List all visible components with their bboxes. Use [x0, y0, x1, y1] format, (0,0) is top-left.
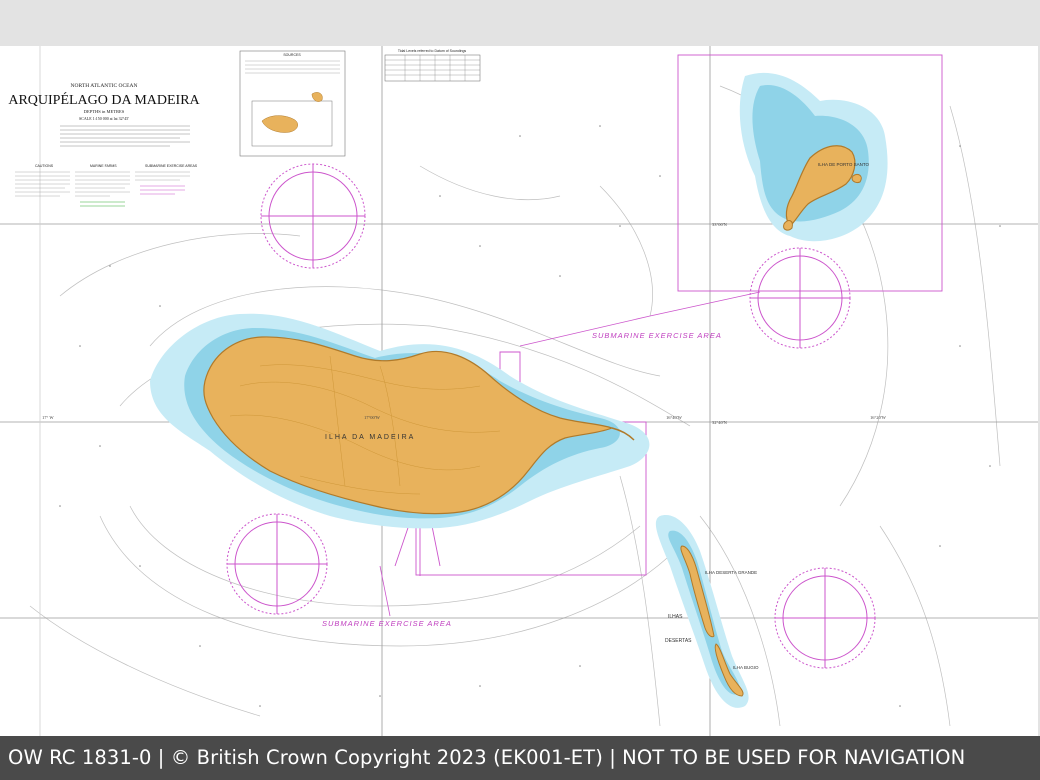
sources-heading: SOURCES: [283, 53, 301, 57]
tidal-heading: Tidal Levels referred to Datum of Soundi…: [398, 49, 467, 53]
title-name: ARQUIPÉLAGO DA MADEIRA: [8, 91, 200, 108]
title-scale: SCALE 1:150 000 at lat 32°45': [79, 116, 129, 121]
label-desertas: DESERTAS: [665, 638, 692, 644]
title-depths: DEPTHS in METRES: [84, 109, 125, 114]
nautical-chart[interactable]: ILHA DA MADEIRA ILHA DE PORTO SANTO ILHA…: [0, 46, 1040, 736]
svg-text:16°20'W: 16°20'W: [870, 415, 887, 420]
tidal-levels-table: Tidal Levels referred to Datum of Soundi…: [384, 49, 481, 82]
compass-rose-se: [774, 567, 876, 669]
compass-rose-nw: [260, 163, 366, 269]
title-block: NORTH ATLANTIC OCEAN ARQUIPÉLAGO DA MADE…: [8, 83, 201, 147]
label-submarine-area-south: SUBMARINE EXERCISE AREA: [322, 619, 452, 628]
svg-text:32°40'N: 32°40'N: [712, 420, 728, 425]
label-submarine-area-north: SUBMARINE EXERCISE AREA: [592, 331, 722, 340]
chart-canvas: ILHA DA MADEIRA ILHA DE PORTO SANTO ILHA…: [0, 46, 1040, 736]
compass-rose-ne: [749, 247, 851, 349]
notes-heading-submarine: SUBMARINE EXERCISE AREAS: [145, 164, 198, 168]
desertas-islands: ILHA DESERTA GRANDE ILHAS DESERTAS ILHA …: [655, 515, 759, 708]
title-ocean: NORTH ATLANTIC OCEAN: [71, 83, 138, 89]
svg-text:33°00'N: 33°00'N: [712, 222, 728, 227]
notes-heading-marine-farms: MARINE FARMS: [90, 164, 117, 168]
sources-diagram: SOURCES: [239, 50, 346, 157]
label-ilhas: ILHAS: [668, 614, 683, 620]
svg-text:17°00'W: 17°00'W: [364, 415, 381, 420]
copyright-footer: OW RC 1831-0 | © British Crown Copyright…: [0, 736, 1040, 780]
compass-rose-sw: [226, 513, 328, 615]
label-bugio: ILHA BUGIO: [733, 665, 759, 670]
label-deserta-grande: ILHA DESERTA GRANDE: [705, 570, 757, 575]
label-porto-santo: ILHA DE PORTO SANTO: [818, 162, 870, 167]
svg-text:17° W: 17° W: [42, 415, 54, 420]
notes-block: CAUTIONS MARINE FARMS SUBMARINE EXERCISE…: [15, 164, 198, 207]
top-margin: [0, 0, 1040, 46]
label-ilha-da-madeira: ILHA DA MADEIRA: [325, 434, 415, 441]
notes-heading-cautions: CAUTIONS: [35, 164, 54, 168]
porto-santo-island: ILHA DE PORTO SANTO: [739, 72, 888, 242]
svg-text:16°40'W: 16°40'W: [666, 415, 683, 420]
madeira-island: ILHA DA MADEIRA: [150, 313, 650, 529]
